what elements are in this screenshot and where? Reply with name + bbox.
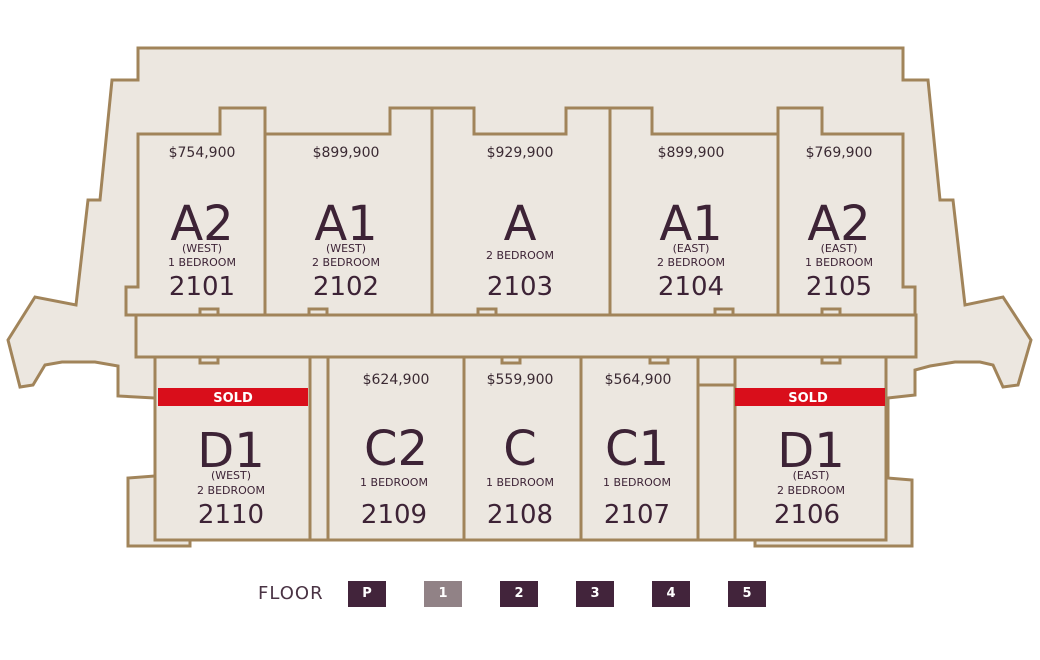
unit-side: (WEST)	[211, 469, 251, 482]
unit-side: (EAST)	[821, 242, 858, 255]
unit-side: (WEST)	[326, 242, 366, 255]
unit-number: 2108	[487, 500, 553, 530]
floor-button-p[interactable]: P	[348, 581, 386, 607]
floor-button-2[interactable]: 2	[500, 581, 538, 607]
sold-label-2106: SOLD	[788, 391, 828, 406]
unit-bedrooms: 2 BEDROOM	[486, 249, 554, 262]
unit-bedrooms: 1 BEDROOM	[603, 476, 671, 489]
unit-number: 2102	[313, 272, 379, 302]
floor-button-5[interactable]: 5	[728, 581, 766, 607]
unit-price: $559,900	[487, 372, 554, 388]
unit-type: C2	[364, 421, 428, 477]
floor-label: FLOOR	[258, 583, 324, 604]
unit-price: $769,900	[806, 145, 873, 161]
unit-number: 2103	[487, 272, 553, 302]
unit-number: 2110	[198, 500, 264, 530]
unit-number: 2109	[361, 500, 427, 530]
stair-east	[696, 383, 737, 542]
unit-number: 2105	[806, 272, 872, 302]
unit-price: $899,900	[313, 145, 380, 161]
unit-price: $564,900	[605, 372, 672, 388]
unit-bedrooms: 1 BEDROOM	[805, 256, 873, 269]
unit-bedrooms: 2 BEDROOM	[657, 256, 725, 269]
unit-bedrooms: 1 BEDROOM	[360, 476, 428, 489]
floor-button-4[interactable]: 4	[652, 581, 690, 607]
unit-type: C1	[605, 421, 669, 477]
floor-button-3[interactable]: 3	[576, 581, 614, 607]
unit-bedrooms: 1 BEDROOM	[486, 476, 554, 489]
unit-number: 2101	[169, 272, 235, 302]
unit-number: 2106	[774, 500, 840, 530]
unit-price: $754,900	[169, 145, 236, 161]
stair-west	[308, 355, 330, 542]
unit-bedrooms: 2 BEDROOM	[777, 484, 845, 497]
unit-bedrooms: 2 BEDROOM	[312, 256, 380, 269]
unit-side: (EAST)	[793, 469, 830, 482]
unit-type: A	[504, 196, 537, 252]
floor-plan: SOLD SOLD $754,900 A2 (WEST) 1 BEDROOM 2…	[6, 46, 1033, 548]
unit-side: (WEST)	[182, 242, 222, 255]
unit-type: C	[503, 421, 537, 477]
unit-price: $929,900	[487, 145, 554, 161]
unit-price: $624,900	[363, 372, 430, 388]
unit-bedrooms: 2 BEDROOM	[197, 484, 265, 497]
unit-number: 2107	[604, 500, 670, 530]
sold-label-2110: SOLD	[213, 391, 253, 406]
corridor	[134, 313, 918, 359]
floor-button-1[interactable]: 1	[424, 581, 462, 607]
unit-bedrooms: 1 BEDROOM	[168, 256, 236, 269]
unit-number: 2104	[658, 272, 724, 302]
unit-price: $899,900	[658, 145, 725, 161]
unit-side: (EAST)	[673, 242, 710, 255]
